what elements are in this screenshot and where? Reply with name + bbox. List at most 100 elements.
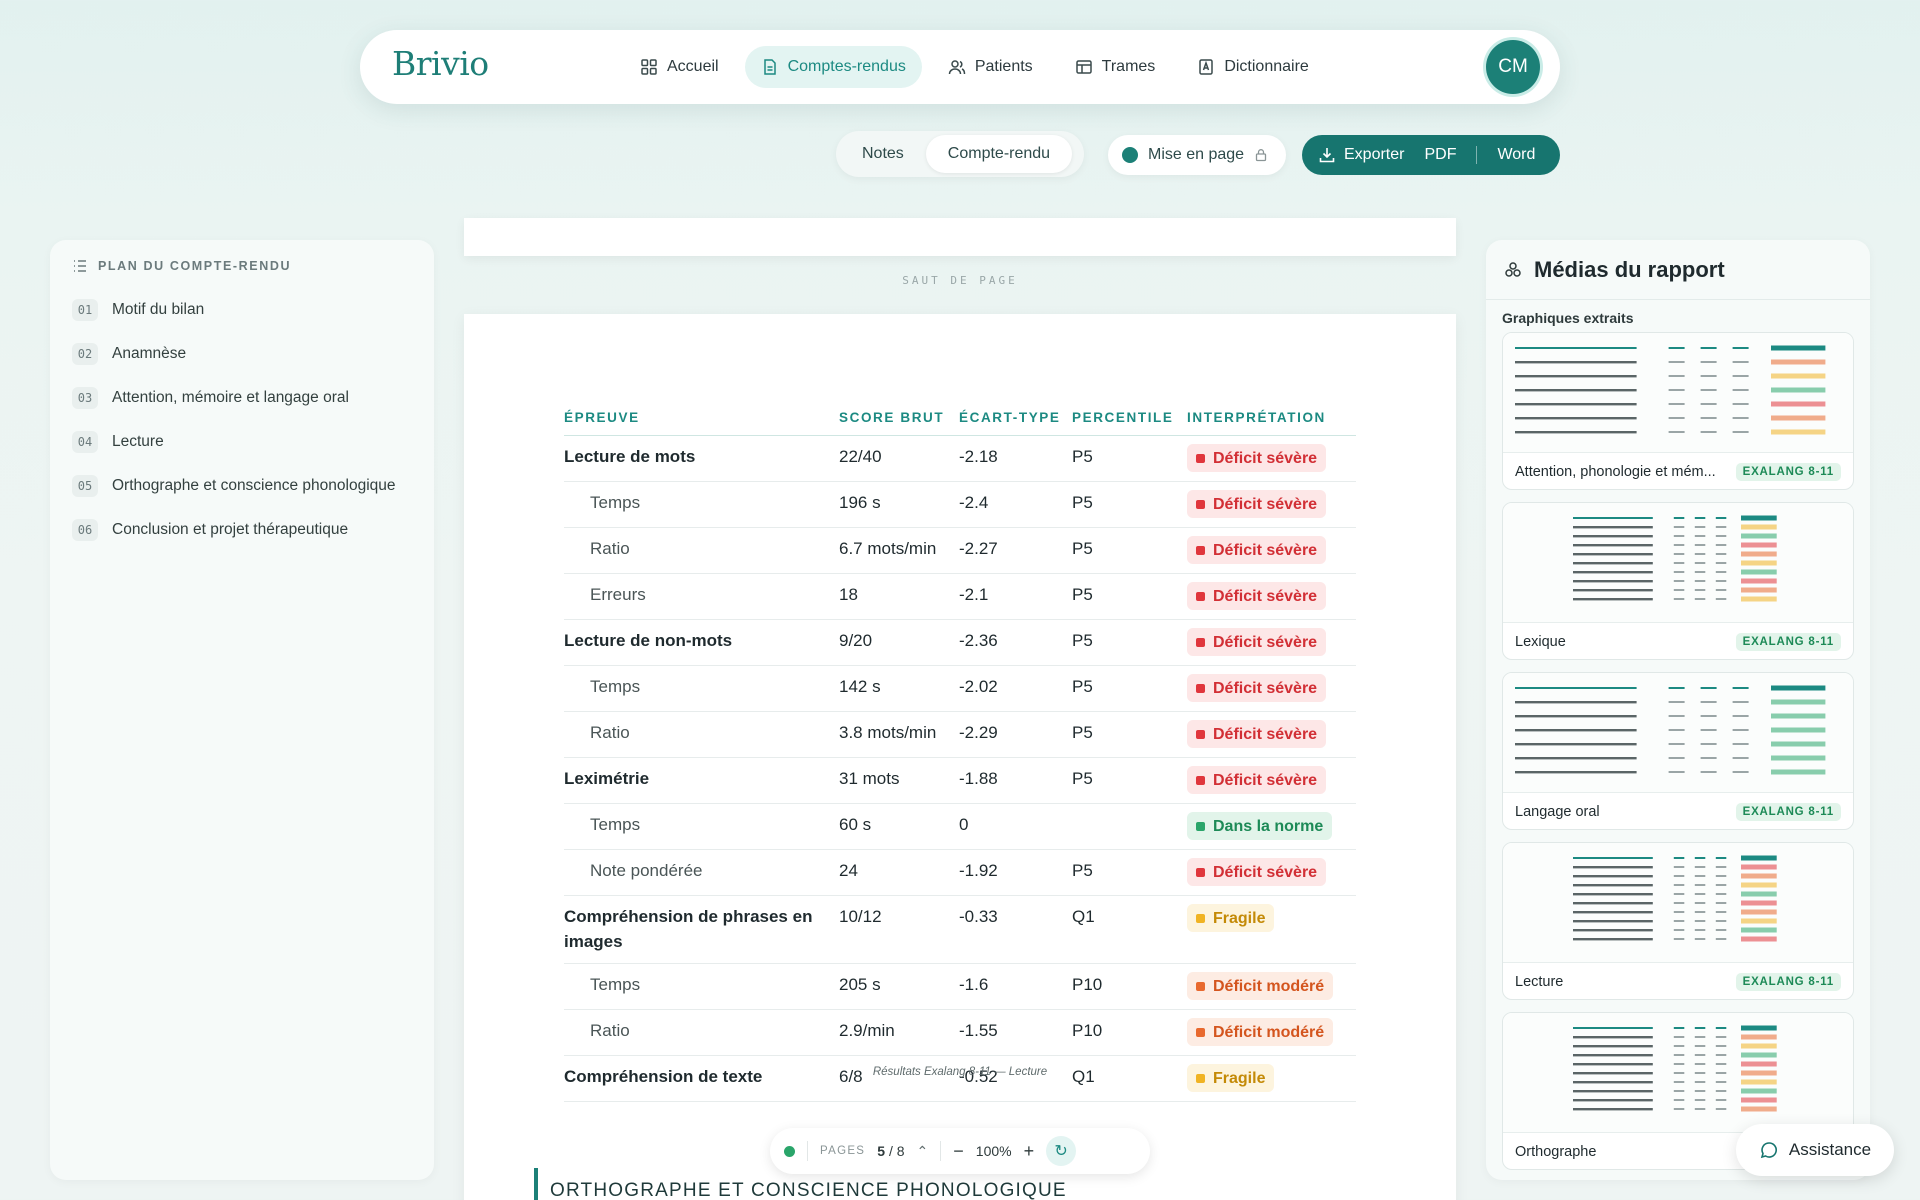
export-word-button[interactable]: Word <box>1497 146 1535 164</box>
thumbnail-cell <box>1715 517 1727 519</box>
outline-item-conclusion[interactable]: 06 Conclusion et projet thérapeutique <box>72 508 412 552</box>
thumbnail-cell <box>1673 884 1685 886</box>
thumbnail-line <box>1573 1072 1653 1075</box>
thumbnail-badge <box>1741 515 1777 521</box>
thumbnail-cell <box>1694 920 1706 922</box>
thumbnail-cell <box>1673 1099 1685 1101</box>
zoom-out-button[interactable]: − <box>953 1141 964 1162</box>
thumbnail-cell <box>1694 857 1706 859</box>
thumbnail-cell <box>1668 757 1685 759</box>
thumbnail-line <box>1573 893 1653 896</box>
outline-number: 05 <box>72 475 98 497</box>
media-card[interactable]: Langage oral EXALANG 8-11 <box>1502 672 1854 830</box>
mode-compte-rendu[interactable]: Compte-rendu <box>925 135 1073 173</box>
app-logo[interactable]: Brivio <box>392 44 489 83</box>
cell-ecart-type: -2.36 <box>959 619 1072 666</box>
nav-trames[interactable]: Trames <box>1059 46 1172 88</box>
outline-item-lecture[interactable]: 04 Lecture <box>72 420 412 464</box>
thumbnail-cell <box>1673 1072 1685 1074</box>
thumbnail-cell <box>1715 1072 1727 1074</box>
thumbnail-cell <box>1732 375 1749 377</box>
thumbnail-line <box>1573 902 1653 905</box>
export-label[interactable]: Exporter <box>1344 146 1404 164</box>
severity-marker <box>1196 913 1205 923</box>
thumbnail-cell <box>1668 743 1685 745</box>
outline-item-motif[interactable]: 01 Motif du bilan <box>72 288 412 332</box>
thumbnail-line <box>1573 526 1653 529</box>
thumbnail-badge <box>1771 741 1826 747</box>
thumbnail-badge <box>1771 699 1826 705</box>
thumbnail-cell <box>1715 920 1727 922</box>
download-icon <box>1319 148 1335 163</box>
list-icon <box>74 260 86 272</box>
table-row: Ratio 2.9/min -1.55 P10 Déficit modéré <box>564 1009 1356 1056</box>
thumbnail-cell <box>1715 1108 1727 1110</box>
page-indicator[interactable]: 5 / 8 <box>877 1143 904 1159</box>
cell-score: 6.7 mots/min <box>839 527 959 574</box>
thumbnail-line <box>1515 701 1637 704</box>
cell-interpretation: Déficit sévère <box>1187 757 1356 804</box>
thumbnail-badge <box>1741 927 1777 933</box>
reset-zoom-icon[interactable]: ↻ <box>1046 1136 1077 1166</box>
nav-accueil[interactable]: Accueil <box>624 46 735 88</box>
thumbnail-line <box>1573 589 1653 592</box>
thumbnail-cell <box>1700 347 1717 349</box>
col-score: SCORE BRUT <box>839 410 959 436</box>
outline-label: Motif du bilan <box>112 301 205 318</box>
interpretation-badge: Déficit sévère <box>1187 582 1327 610</box>
interpretation-badge: Déficit sévère <box>1187 766 1327 794</box>
page-navigator: PAGES 5 / 8 ⌃ − 100% + ↻ <box>770 1128 1150 1174</box>
cell-percentile: Q1 <box>1072 895 1187 964</box>
thumbnail-badge <box>1771 373 1826 379</box>
assistant-button[interactable]: Assistance <box>1736 1124 1894 1176</box>
thumbnail-line <box>1515 729 1637 732</box>
outline-item-attention[interactable]: 03 Attention, mémoire et langage oral <box>72 376 412 420</box>
export-pdf-button[interactable]: PDF <box>1424 146 1456 164</box>
media-card[interactable]: Attention, phonologie et mém... EXALANG 8… <box>1502 332 1854 490</box>
test-battery-tag: EXALANG 8-11 <box>1735 462 1841 481</box>
thumbnail-cell <box>1673 1054 1685 1056</box>
media-card-title: Lecture <box>1515 973 1564 990</box>
severity-marker <box>1196 775 1205 785</box>
badge-label: Déficit sévère <box>1213 587 1318 605</box>
thumbnail-cell <box>1673 1027 1685 1029</box>
cell-epreuve: Erreurs <box>564 573 839 620</box>
zoom-in-button[interactable]: + <box>1024 1141 1035 1162</box>
thumbnail-badge <box>1741 578 1777 584</box>
nav-dictionnaire[interactable]: Dictionnaire <box>1181 46 1324 88</box>
col-interpretation: INTERPRÉTATION <box>1187 410 1356 436</box>
thumbnail-cell <box>1715 562 1727 564</box>
cell-interpretation: Déficit sévère <box>1187 849 1356 896</box>
outline-number: 04 <box>72 431 98 453</box>
thumbnail-line <box>1573 598 1653 601</box>
thumbnail-cell <box>1700 771 1717 773</box>
user-avatar[interactable]: CM <box>1486 40 1540 94</box>
outline-item-anamnese[interactable]: 02 Anamnèse <box>72 332 412 376</box>
media-card[interactable]: Lecture EXALANG 8-11 <box>1502 842 1854 1000</box>
layout-toggle[interactable]: Mise en page <box>1108 135 1286 175</box>
cell-epreuve: Ratio <box>564 1009 839 1056</box>
thumbnail-cell <box>1694 893 1706 895</box>
outline-item-orthographe[interactable]: 05 Orthographe et conscience phonologique <box>72 464 412 508</box>
nav-comptes-rendus[interactable]: Comptes-rendus <box>744 46 922 88</box>
chevron-up-icon[interactable]: ⌃ <box>917 1143 929 1160</box>
severity-marker <box>1196 545 1205 555</box>
thumbnail-line <box>1515 687 1637 689</box>
nav-patients[interactable]: Patients <box>932 46 1049 88</box>
thumbnail-line <box>1515 743 1637 746</box>
thumbnail-line <box>1573 920 1653 923</box>
thumbnail-line <box>1573 1090 1653 1093</box>
thumbnail-cell <box>1700 417 1717 419</box>
media-card[interactable]: Lexique EXALANG 8-11 <box>1502 502 1854 660</box>
export-bar: Exporter PDF Word <box>1302 135 1560 175</box>
media-card-footer: Lexique EXALANG 8-11 <box>1503 623 1853 659</box>
thumbnail-line <box>1573 911 1653 914</box>
thumbnail-cell <box>1715 526 1727 528</box>
thumbnail-cell <box>1673 866 1685 868</box>
thumbnail-line <box>1515 347 1637 349</box>
thumbnail-cell <box>1700 715 1717 717</box>
table-row: Note pondérée 24 -1.92 P5 Déficit sévère <box>564 849 1356 896</box>
outline-label: Conclusion et projet thérapeutique <box>112 521 349 538</box>
thumbnail-cell <box>1694 1108 1706 1110</box>
mode-notes[interactable]: Notes <box>840 135 926 173</box>
